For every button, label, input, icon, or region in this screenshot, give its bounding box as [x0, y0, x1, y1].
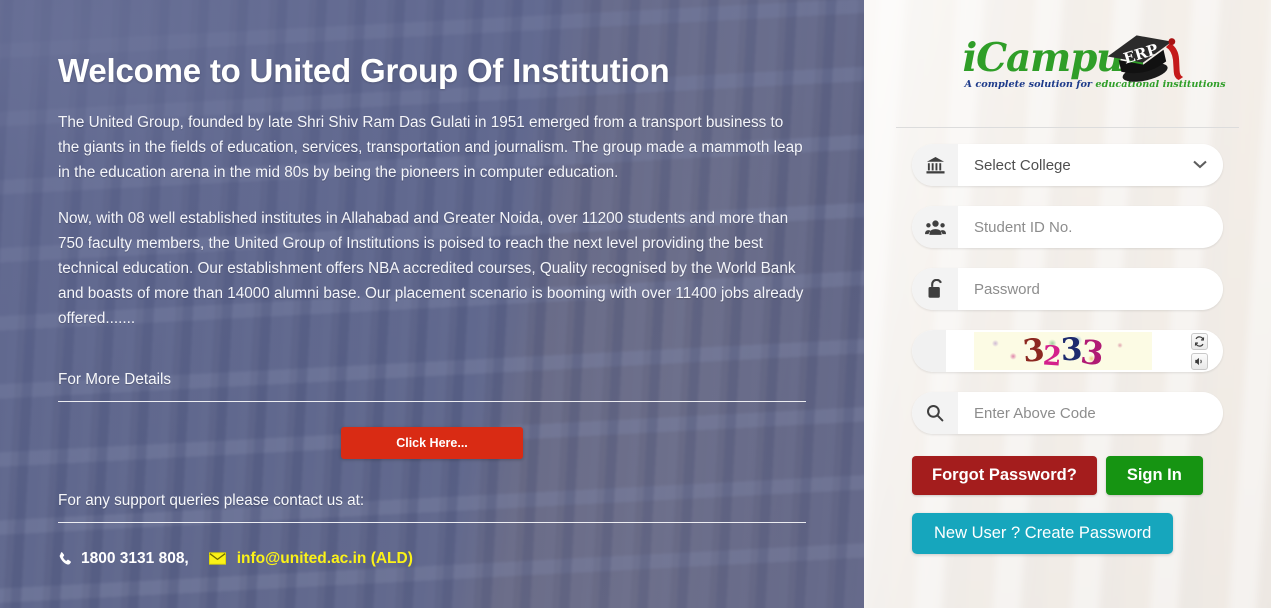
login-page: Welcome to United Group Of Institution T… — [0, 0, 1271, 608]
support-phone: 1800 3131 808, — [81, 549, 189, 567]
bank-icon — [912, 144, 958, 186]
student-id-row[interactable] — [912, 206, 1223, 248]
captcha-tools — [1181, 330, 1223, 372]
logo-tagline-part1: A complete solution for — [964, 79, 1093, 90]
info-panel: Welcome to United Group Of Institution T… — [0, 0, 864, 608]
captcha-input-row[interactable] — [912, 392, 1223, 434]
captcha-row: 3 2 3 3 — [912, 330, 1223, 372]
college-select-row[interactable]: Select College — [912, 144, 1223, 186]
page-title: Welcome to United Group Of Institution — [58, 52, 670, 89]
captcha-digit: 3 — [1079, 332, 1106, 370]
icampus-logo: iCampus A complete solution for educatio… — [955, 29, 1226, 99]
captcha-digit: 2 — [1041, 339, 1062, 370]
action-buttons: Forgot Password? Sign In — [912, 456, 1223, 495]
password-input[interactable] — [958, 268, 1223, 310]
logo-tagline: A complete solution for educational inst… — [965, 79, 1226, 90]
password-row[interactable] — [912, 268, 1223, 310]
logo-block: iCampus A complete solution for educatio… — [878, 0, 1257, 128]
graduation-cap-icon: ERP — [1107, 35, 1183, 82]
info-panel-content: Welcome to United Group Of Institution T… — [0, 0, 864, 568]
search-icon — [912, 392, 958, 434]
login-form: Select College Student ID No. 3 2 3 3 En… — [878, 128, 1257, 554]
college-select[interactable]: Select College — [958, 144, 1223, 186]
captcha-input[interactable] — [958, 392, 1223, 434]
divider-top — [58, 400, 806, 402]
captcha-left-pad — [912, 330, 946, 372]
more-details-label: For More Details — [58, 370, 172, 388]
captcha-image: 3 2 3 3 — [974, 332, 1152, 370]
audio-icon[interactable] — [1190, 352, 1208, 370]
intro-paragraph-1: The United Group, founded by late Shri S… — [58, 113, 803, 181]
captcha-image-box: 3 2 3 3 — [946, 330, 1181, 372]
refresh-icon[interactable] — [1190, 332, 1208, 350]
unlock-icon — [912, 268, 958, 310]
login-panel: iCampus A complete solution for educatio… — [864, 0, 1271, 608]
click-here-row: Click Here... — [58, 426, 806, 459]
captcha-digits: 3 2 3 3 — [1020, 332, 1106, 370]
sign-in-button[interactable]: Sign In — [1105, 456, 1203, 495]
new-user-row: New User ? Create Password — [912, 513, 1223, 554]
intro-paragraph-2: Now, with 08 well established institutes… — [58, 209, 804, 327]
phone-icon — [58, 551, 73, 567]
captcha-digit: 3 — [1020, 332, 1045, 370]
forgot-password-button[interactable]: Forgot Password? — [912, 456, 1097, 495]
users-icon — [912, 206, 958, 248]
contact-row: 1800 3131 808, info@united.ac.in (ALD) — [58, 550, 804, 568]
logo-divider — [896, 127, 1239, 128]
envelope-icon — [208, 552, 226, 566]
create-password-button[interactable]: New User ? Create Password — [912, 513, 1174, 554]
login-panel-content: iCampus A complete solution for educatio… — [864, 0, 1271, 554]
support-email[interactable]: info@united.ac.in (ALD) — [237, 550, 413, 568]
student-id-input[interactable] — [958, 206, 1223, 248]
click-here-button[interactable]: Click Here... — [341, 426, 523, 459]
support-queries-label: For any support queries please contact u… — [58, 491, 365, 509]
divider-bottom — [58, 521, 806, 523]
